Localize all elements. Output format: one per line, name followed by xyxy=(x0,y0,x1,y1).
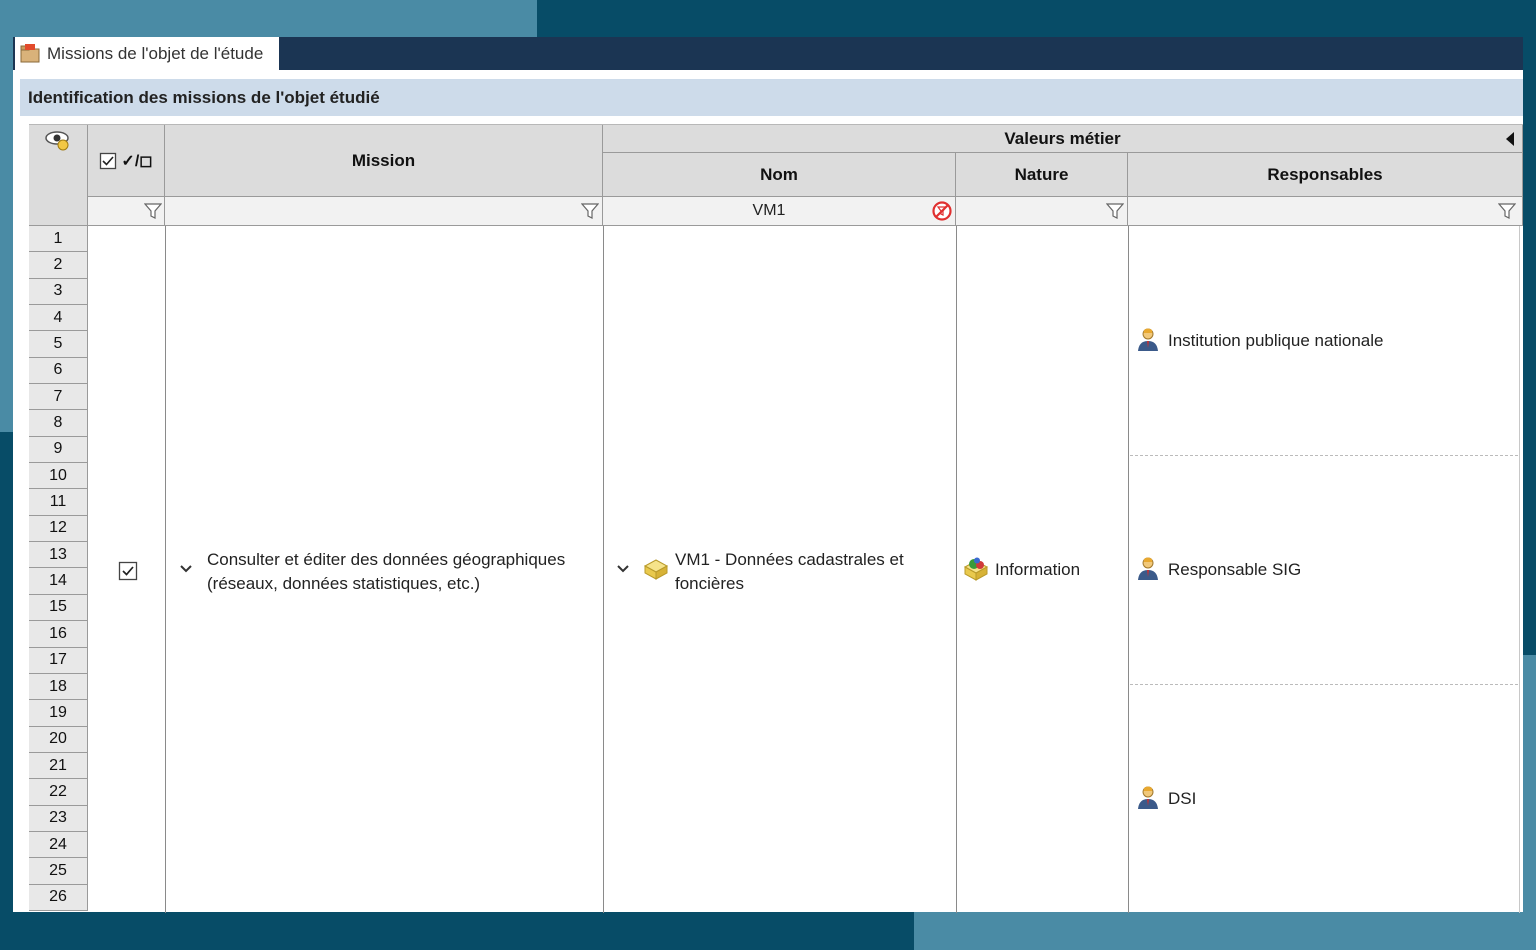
row-number[interactable]: 22 xyxy=(29,779,88,806)
person-icon xyxy=(1138,557,1158,580)
responsable-3[interactable]: DSI xyxy=(1168,787,1196,811)
chevron-down-icon[interactable] xyxy=(616,562,630,576)
collapse-left-icon[interactable] xyxy=(1506,132,1514,146)
responsable-1[interactable]: Institution publique nationale xyxy=(1168,329,1384,353)
filter-icon[interactable] xyxy=(1106,202,1124,220)
check-filter-cell[interactable] xyxy=(88,197,165,226)
nature-column-header[interactable]: Nature xyxy=(956,153,1128,197)
row-number[interactable]: 10 xyxy=(29,463,88,490)
mission-filter-cell[interactable] xyxy=(165,197,603,226)
row-number[interactable]: 21 xyxy=(29,752,88,780)
row-number[interactable]: 8 xyxy=(29,410,88,437)
row-number[interactable]: 20 xyxy=(29,726,88,753)
column-divider xyxy=(165,226,166,913)
row-separator xyxy=(1130,684,1518,685)
row-number[interactable]: 1 xyxy=(29,226,88,253)
check-toggle-label: ✓/◻ xyxy=(121,152,153,170)
column-divider xyxy=(956,226,957,913)
title-bar: Missions de l'objet de l'étude xyxy=(13,37,1523,70)
chevron-down-icon[interactable] xyxy=(179,562,193,576)
checkbox-icon xyxy=(100,152,117,169)
row-number-column: 1 2 3 4 5 6 7 8 9 10 11 12 13 14 15 16 17 18 19 20 21 22 23 24 2… xyxy=(29,226,88,911)
row-number[interactable]: 24 xyxy=(29,831,88,859)
section-title: Identification des missions de l'objet é… xyxy=(28,87,380,107)
mission-checkbox[interactable] xyxy=(118,561,138,581)
person-icon xyxy=(1138,786,1158,809)
row-number[interactable]: 19 xyxy=(29,700,88,727)
valeurs-metier-group-header[interactable]: Valeurs métier xyxy=(603,125,1523,153)
mission-line-1: Consulter et éditer des données géograph… xyxy=(207,550,566,569)
nature-header-label: Nature xyxy=(1014,164,1069,184)
group-header-label: Valeurs métier xyxy=(1004,128,1121,148)
mission-line-2: (réseaux, données statistiques, etc.) xyxy=(207,574,481,593)
mission-column-header[interactable]: Mission xyxy=(165,125,603,197)
row-number[interactable]: 3 xyxy=(29,278,88,306)
row-number[interactable]: 23 xyxy=(29,805,88,832)
row-number[interactable]: 6 xyxy=(29,357,88,385)
information-icon xyxy=(963,557,989,581)
responsable-2[interactable]: Responsable SIG xyxy=(1168,558,1301,582)
row-number[interactable]: 9 xyxy=(29,436,88,464)
responsables-column-header[interactable]: Responsables xyxy=(1128,153,1523,197)
responsables-filter-cell[interactable] xyxy=(1128,197,1523,226)
business-value-icon xyxy=(643,559,669,580)
section-header: Identification des missions de l'objet é… xyxy=(20,79,1523,116)
tab-missions[interactable]: Missions de l'objet de l'étude xyxy=(15,37,279,70)
nature-text[interactable]: Information xyxy=(995,558,1080,582)
filter-icon[interactable] xyxy=(581,202,599,220)
row-number[interactable]: 25 xyxy=(29,858,88,885)
row-number[interactable]: 2 xyxy=(29,252,88,279)
row-number[interactable]: 13 xyxy=(29,542,88,569)
nature-filter-cell[interactable] xyxy=(956,197,1128,226)
row-number[interactable]: 18 xyxy=(29,673,88,701)
filter-icon[interactable] xyxy=(144,202,162,220)
row-number[interactable]: 11 xyxy=(29,489,88,516)
check-column-header[interactable]: ✓/◻ xyxy=(88,125,165,197)
row-header-corner[interactable] xyxy=(29,125,88,226)
clear-filter-icon[interactable] xyxy=(932,201,952,221)
tab-label: Missions de l'objet de l'étude xyxy=(47,43,264,63)
column-divider xyxy=(1519,226,1520,913)
mission-text[interactable]: Consulter et éditer des données géograph… xyxy=(207,548,565,596)
nom-filter-value: VM1 xyxy=(752,202,786,219)
mission-header-label: Mission xyxy=(351,150,416,170)
nom-filter-cell[interactable]: VM1 xyxy=(603,197,956,226)
row-number[interactable]: 16 xyxy=(29,621,88,648)
person-icon xyxy=(1138,328,1158,351)
responsables-header-label: Responsables xyxy=(1267,164,1383,184)
row-separator xyxy=(1130,455,1518,456)
eye-icon xyxy=(45,131,69,151)
column-divider xyxy=(1128,226,1129,913)
row-number[interactable]: 26 xyxy=(29,884,88,911)
row-number[interactable]: 7 xyxy=(29,384,88,411)
nom-column-header[interactable]: Nom xyxy=(603,153,956,197)
missions-grid: ✓/◻ Mission Valeurs métier Nom Nature Re… xyxy=(29,124,1523,913)
nom-text[interactable]: VM1 - Données cadastrales et foncières xyxy=(675,548,904,596)
nom-header-label: Nom xyxy=(760,164,798,184)
row-number[interactable]: 5 xyxy=(29,331,88,358)
row-number[interactable]: 4 xyxy=(29,305,88,332)
row-number[interactable]: 14 xyxy=(29,568,88,595)
row-number[interactable]: 15 xyxy=(29,594,88,622)
row-number[interactable]: 12 xyxy=(29,515,88,543)
nom-line-1: VM1 - Données cadastrales et xyxy=(675,550,904,569)
column-divider xyxy=(603,226,604,913)
row-number[interactable]: 17 xyxy=(29,647,88,674)
filter-icon[interactable] xyxy=(1498,202,1516,220)
nom-line-2: foncières xyxy=(675,574,744,593)
missions-window: Missions de l'objet de l'étude Identific… xyxy=(13,37,1523,913)
folder-icon xyxy=(20,43,40,62)
